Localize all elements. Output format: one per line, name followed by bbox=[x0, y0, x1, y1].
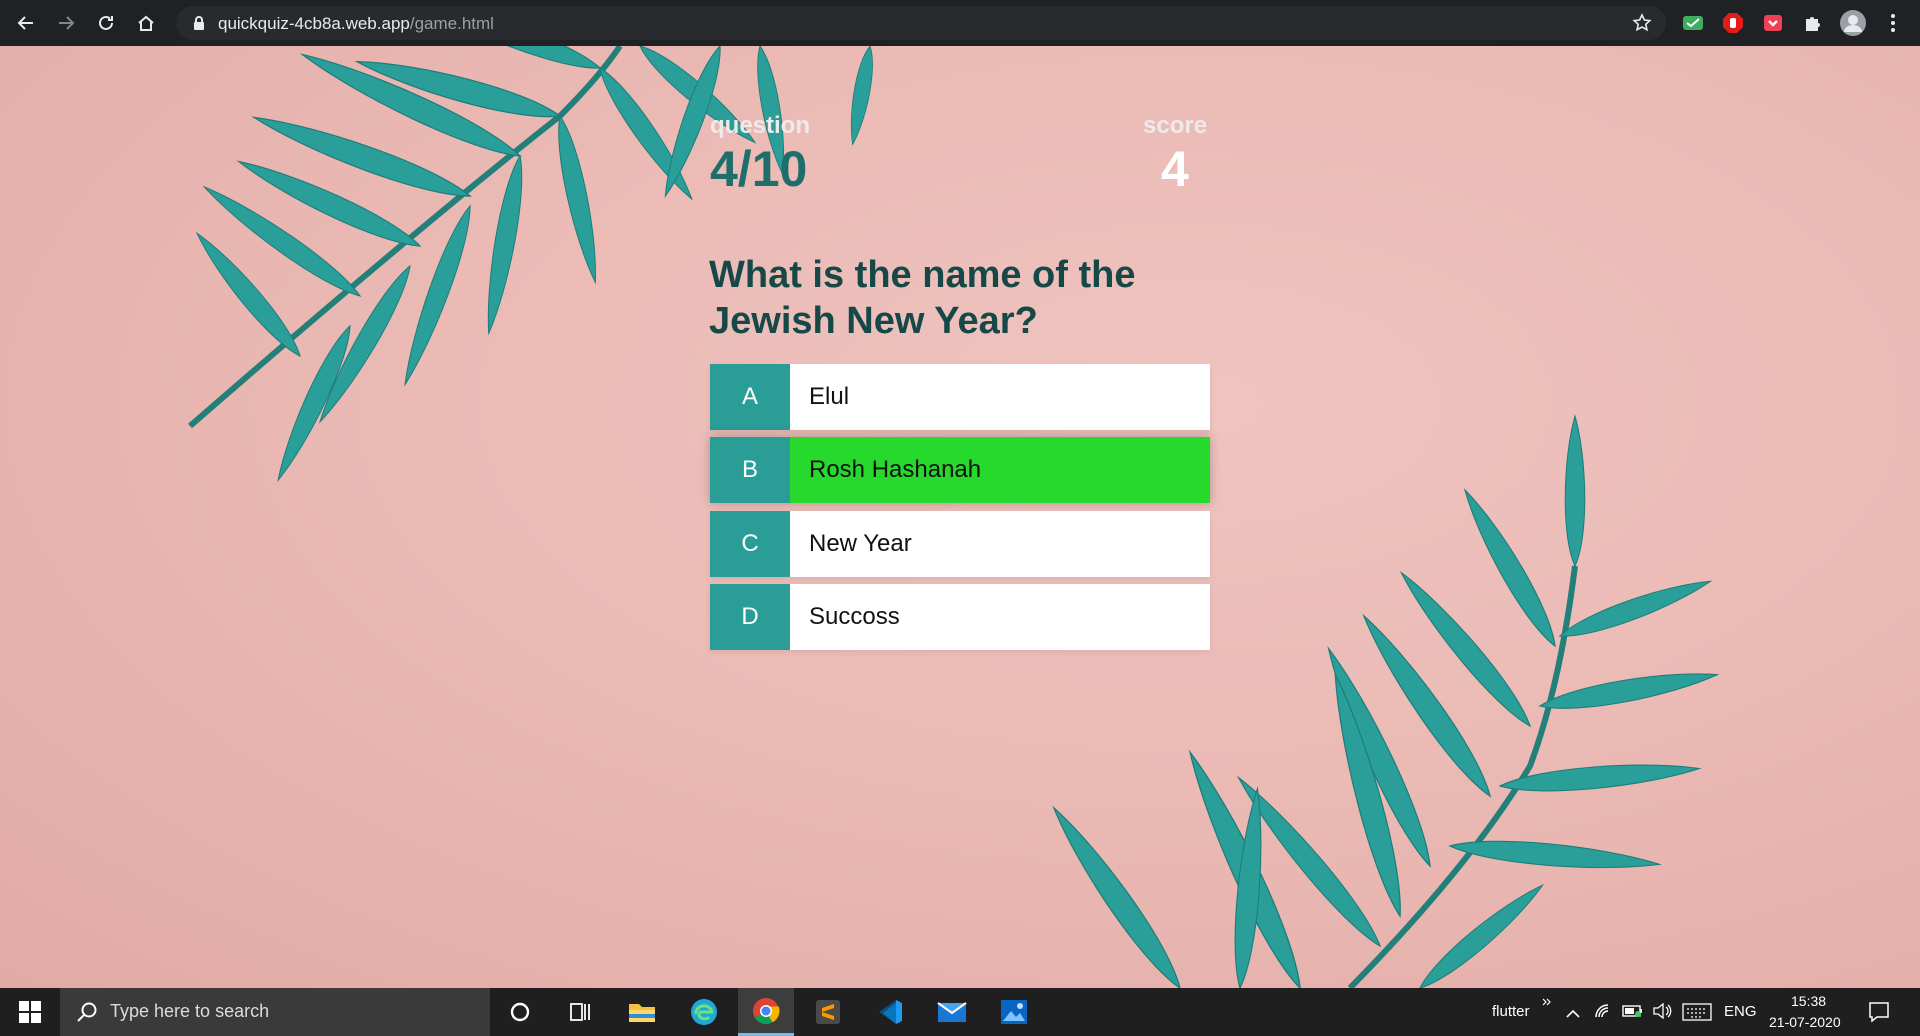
clock-time[interactable]: 15:38 bbox=[1791, 993, 1826, 1009]
taskbar: Type here to search flutter ENG 15:38 21… bbox=[0, 988, 1920, 1036]
wifi-icon[interactable] bbox=[1594, 1003, 1612, 1024]
clock-date[interactable]: 21-07-2020 bbox=[1769, 1014, 1841, 1030]
question-label: question bbox=[710, 112, 810, 139]
home-icon[interactable] bbox=[132, 9, 160, 37]
volume-icon[interactable] bbox=[1652, 1002, 1672, 1024]
tray-overflow-icon[interactable] bbox=[1542, 994, 1552, 1012]
browser-toolbar: quickquiz-4cb8a.web.app/game.html bbox=[0, 0, 1920, 46]
language-indicator[interactable]: ENG bbox=[1724, 1003, 1757, 1020]
question-text: What is the name of the Jewish New Year? bbox=[709, 254, 1136, 342]
task-view-icon[interactable] bbox=[552, 988, 608, 1036]
reload-icon[interactable] bbox=[92, 9, 120, 37]
notifications-icon[interactable] bbox=[1868, 1001, 1890, 1028]
cortana-icon[interactable] bbox=[492, 988, 548, 1036]
choice-d[interactable]: D Succoss bbox=[710, 584, 1210, 650]
vscode-icon[interactable] bbox=[862, 988, 918, 1036]
choice-text: Rosh Hashanah bbox=[790, 437, 1210, 503]
taskbar-search[interactable]: Type here to search bbox=[60, 988, 490, 1036]
photos-icon[interactable] bbox=[986, 988, 1042, 1036]
choice-prefix: C bbox=[710, 511, 790, 577]
url-path: /game.html bbox=[409, 14, 494, 33]
choice-prefix: B bbox=[710, 437, 790, 503]
score-value: 4 bbox=[1161, 141, 1189, 197]
choice-c[interactable]: C New Year bbox=[710, 511, 1210, 577]
keyboard-icon[interactable] bbox=[1682, 1003, 1712, 1026]
battery-icon[interactable] bbox=[1622, 1004, 1644, 1023]
score-label: score bbox=[1143, 112, 1208, 139]
search-icon bbox=[76, 1001, 98, 1028]
choice-text: Elul bbox=[809, 383, 850, 410]
back-icon[interactable] bbox=[12, 9, 40, 37]
edge-icon[interactable] bbox=[676, 988, 732, 1036]
forward-icon[interactable] bbox=[52, 9, 80, 37]
sublime-text-icon[interactable] bbox=[800, 988, 856, 1036]
extension-pocket-icon[interactable] bbox=[1760, 10, 1786, 36]
chrome-icon[interactable] bbox=[738, 988, 794, 1036]
bookmark-star-icon[interactable] bbox=[1632, 13, 1652, 38]
question-progress: 4/10 bbox=[710, 141, 808, 197]
quiz-page: question 4/10 score 4 What is the name o… bbox=[0, 46, 1920, 988]
address-bar[interactable]: quickquiz-4cb8a.web.app/game.html bbox=[176, 6, 1666, 40]
extension-mail-icon[interactable] bbox=[1680, 10, 1706, 36]
show-hidden-icons-icon[interactable] bbox=[1566, 1006, 1580, 1024]
lock-icon bbox=[192, 15, 206, 36]
profile-avatar[interactable] bbox=[1840, 10, 1866, 36]
choice-prefix: D bbox=[710, 584, 790, 650]
windows-start-icon[interactable] bbox=[2, 988, 58, 1036]
url-host: quickquiz-4cb8a.web.app bbox=[218, 14, 410, 33]
choice-prefix: A bbox=[710, 364, 790, 430]
url-text: quickquiz-4cb8a.web.app/game.html bbox=[218, 14, 494, 34]
menu-kebab-icon[interactable] bbox=[1880, 10, 1906, 36]
choice-text: Succoss bbox=[809, 603, 900, 630]
extension-adblock-icon[interactable] bbox=[1720, 10, 1746, 36]
extensions-puzzle-icon[interactable] bbox=[1800, 10, 1826, 36]
mail-icon[interactable] bbox=[924, 988, 980, 1036]
file-explorer-icon[interactable] bbox=[614, 988, 670, 1036]
choice-text: New Year bbox=[809, 530, 912, 557]
choice-a[interactable]: A Elul bbox=[710, 364, 1210, 430]
choice-b[interactable]: B Rosh Hashanah bbox=[710, 437, 1210, 503]
search-placeholder: Type here to search bbox=[110, 1001, 270, 1021]
tray-flutter-label[interactable]: flutter bbox=[1492, 1003, 1530, 1020]
